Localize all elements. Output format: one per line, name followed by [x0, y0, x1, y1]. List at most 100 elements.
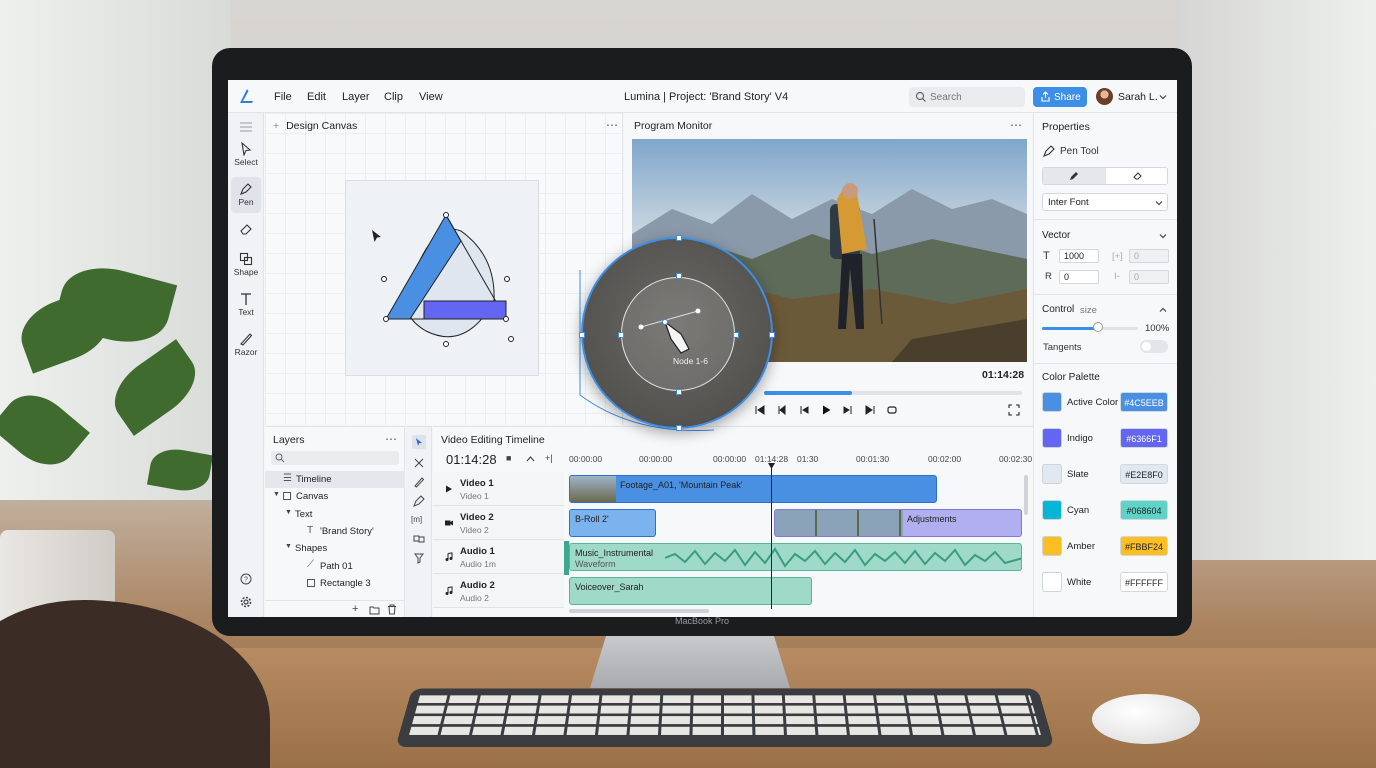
palette-row[interactable]: White #FFFFFF: [1034, 566, 1177, 602]
loop-icon[interactable]: [886, 404, 898, 416]
loupe-handle[interactable]: [676, 425, 682, 431]
palette-row[interactable]: Slate #E2E8F0: [1034, 458, 1177, 494]
color-swatch[interactable]: [1042, 572, 1062, 592]
folder-icon[interactable]: [369, 605, 380, 615]
avatar[interactable]: [1096, 88, 1113, 105]
tool-pen[interactable]: Pen: [231, 177, 261, 213]
trash-icon[interactable]: [387, 604, 397, 615]
color-swatch[interactable]: [1042, 464, 1062, 484]
timeline-vertical-scrollbar[interactable]: [1024, 475, 1028, 515]
color-swatch[interactable]: [1042, 392, 1062, 412]
loupe-handle[interactable]: [769, 332, 775, 338]
keyframe-icon[interactable]: [m]: [411, 515, 422, 524]
clip-voiceover[interactable]: Voiceover_Sarah: [569, 577, 812, 605]
color-swatch[interactable]: [1042, 536, 1062, 556]
caret-down-icon[interactable]: ▼: [285, 543, 292, 550]
clip-adjustments[interactable]: Adjustments: [774, 509, 1022, 537]
color-hex-value[interactable]: #FFFFFF: [1120, 572, 1168, 592]
chevron-up-icon[interactable]: [1159, 306, 1167, 314]
layer-search-input[interactable]: [271, 451, 399, 465]
loupe-handle[interactable]: [676, 235, 682, 241]
link-icon[interactable]: [413, 533, 425, 545]
track-header[interactable]: Audio 2 Audio 2: [433, 574, 564, 608]
color-hex-value[interactable]: #FBBF24: [1120, 536, 1168, 556]
control-size-slider[interactable]: [1042, 327, 1138, 330]
design-canvas[interactable]: + Design Canvas ⋯: [265, 113, 623, 425]
eraser-icon[interactable]: [1133, 171, 1143, 181]
tool-shape[interactable]: Shape: [231, 247, 261, 283]
control-size-slider-handle[interactable]: [1093, 322, 1103, 332]
tool-razor[interactable]: Razor: [231, 327, 261, 363]
color-hex-value[interactable]: #068604: [1120, 500, 1168, 520]
tracking-input[interactable]: 0: [1129, 249, 1169, 263]
logo-artwork[interactable]: [346, 181, 540, 377]
caret-down-icon[interactable]: ▼: [273, 491, 280, 498]
tool-eraser[interactable]: [231, 217, 261, 245]
gear-icon[interactable]: [240, 596, 252, 608]
clip-footage[interactable]: Footage_A01, 'Mountain Peak': [569, 475, 937, 503]
trim-icon[interactable]: [413, 457, 425, 469]
track-header[interactable]: Audio 1 Audio 1m: [433, 540, 564, 574]
menu-edit[interactable]: Edit: [307, 91, 326, 103]
brush-mode-toggle[interactable]: [1042, 167, 1168, 185]
snap-icon[interactable]: +|: [545, 453, 553, 463]
color-hex-value[interactable]: #4C5EEB: [1120, 392, 1168, 412]
loupe-handle[interactable]: [733, 332, 739, 338]
share-button[interactable]: Share: [1033, 87, 1087, 107]
magnifier-loupe[interactable]: Node 1-6: [579, 235, 775, 431]
pen-icon[interactable]: [413, 495, 425, 507]
loupe-handle[interactable]: [618, 332, 624, 338]
spacing-input[interactable]: 0: [1129, 270, 1169, 284]
loupe-handle[interactable]: [676, 273, 682, 279]
menu-layer[interactable]: Layer: [342, 91, 370, 103]
clip-music[interactable]: Music_Instrumental Waveform: [569, 543, 1022, 571]
text-size-input[interactable]: 1000: [1059, 249, 1099, 263]
play-icon[interactable]: [820, 404, 832, 416]
menu-file[interactable]: File: [274, 91, 292, 103]
menu-icon[interactable]: [239, 122, 253, 132]
palette-row[interactable]: Active Color #4C5EEB: [1034, 386, 1177, 422]
chevron-down-icon[interactable]: [1159, 93, 1167, 101]
layer-item[interactable]: ▼ Shapes: [265, 540, 405, 557]
help-icon[interactable]: ?: [240, 573, 252, 585]
playhead-handle-icon[interactable]: [768, 463, 775, 469]
more-icon[interactable]: ⋯: [606, 118, 618, 132]
color-hex-value[interactable]: #E2E8F0: [1120, 464, 1168, 484]
caret-down-icon[interactable]: ▼: [285, 509, 292, 516]
skip-end-icon[interactable]: [864, 404, 876, 416]
tool-text[interactable]: Text: [231, 287, 261, 323]
music-icon[interactable]: [444, 586, 454, 596]
chevron-up-icon[interactable]: [526, 455, 535, 463]
fullscreen-icon[interactable]: [1008, 404, 1020, 416]
timeline-scrollbar[interactable]: [569, 609, 709, 613]
frame-forward-icon[interactable]: [842, 404, 854, 416]
tangents-toggle[interactable]: [1140, 340, 1168, 353]
layer-item[interactable]: ⟋ Path 01: [265, 558, 405, 575]
track-header[interactable]: Video 2 Video 2: [433, 506, 564, 540]
chevron-down-icon[interactable]: [1159, 232, 1167, 240]
rotation-input[interactable]: 0: [1059, 270, 1099, 284]
user-name[interactable]: Sarah L.: [1118, 91, 1158, 103]
plus-icon[interactable]: +: [273, 120, 279, 132]
brush-mode-segment[interactable]: [1043, 168, 1106, 184]
track-header[interactable]: Video 1 Video 1: [433, 472, 564, 506]
layer-item[interactable]: T 'Brand Story': [265, 523, 405, 540]
more-icon[interactable]: ⋯: [1010, 118, 1022, 132]
more-icon[interactable]: ⋯: [385, 432, 397, 446]
loupe-handle[interactable]: [579, 332, 585, 338]
playhead[interactable]: [771, 463, 772, 609]
timeline-select-icon[interactable]: [412, 435, 426, 449]
artboard[interactable]: [345, 180, 539, 376]
color-swatch[interactable]: [1042, 500, 1062, 520]
loupe-handle[interactable]: [676, 389, 682, 395]
palette-row[interactable]: Amber #FBBF24: [1034, 530, 1177, 566]
color-swatch[interactable]: [1042, 428, 1062, 448]
add-layer-icon[interactable]: +: [352, 603, 358, 615]
font-dropdown[interactable]: Inter Font: [1042, 193, 1168, 211]
play-icon[interactable]: [444, 484, 454, 494]
music-icon[interactable]: [444, 552, 454, 562]
program-scrub-bar[interactable]: [764, 391, 1022, 395]
clip-broll[interactable]: B-Roll 2': [569, 509, 656, 537]
menu-clip[interactable]: Clip: [384, 91, 403, 103]
ripple-icon[interactable]: [413, 552, 425, 564]
